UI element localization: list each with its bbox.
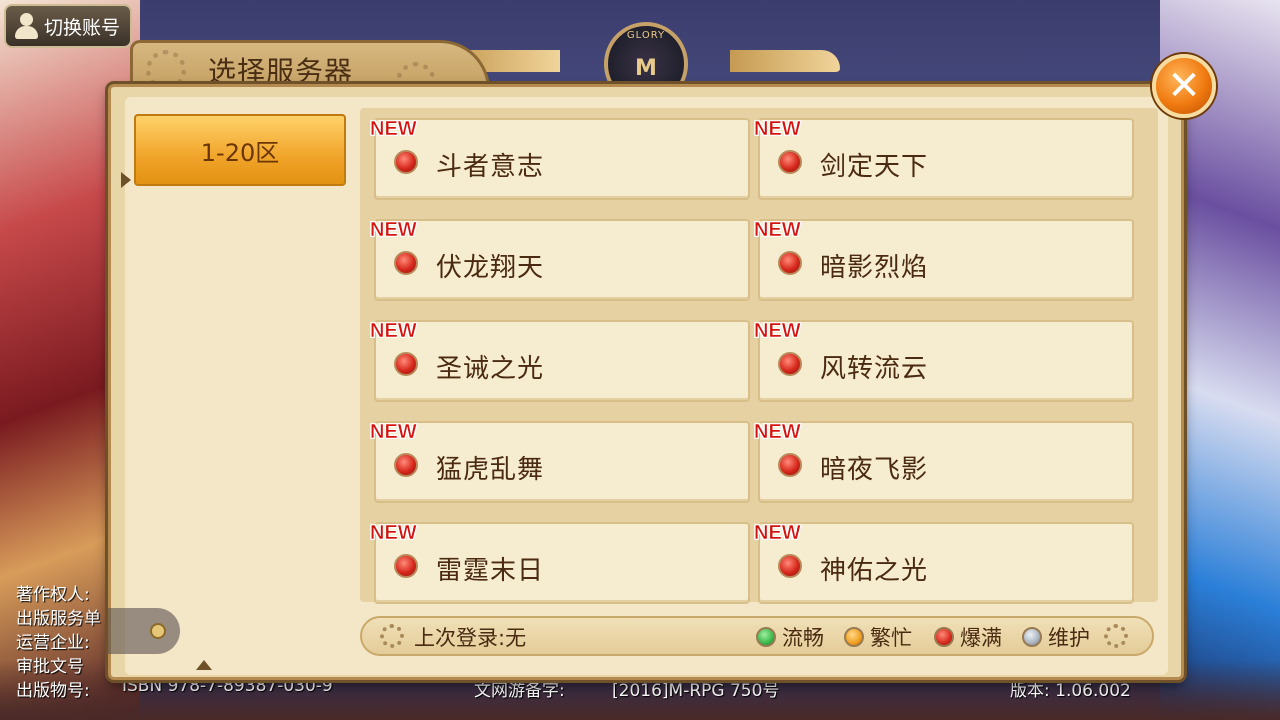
legend-full: 爆满 — [934, 622, 1002, 652]
server-card[interactable]: NEW 风转流云 — [754, 320, 1134, 402]
gear-icon — [380, 624, 404, 648]
new-badge: NEW — [370, 219, 417, 242]
status-full-icon — [778, 251, 802, 275]
legal-copyright: 著作权人: — [16, 585, 90, 605]
close-icon: ✕ — [1167, 63, 1201, 109]
new-badge: NEW — [754, 320, 801, 343]
new-badge: NEW — [754, 522, 801, 545]
last-login-text: 上次登录:无 — [414, 626, 527, 650]
server-card[interactable]: NEW 暗影烈焰 — [754, 219, 1134, 301]
server-card[interactable]: NEW 神佑之光 — [754, 522, 1134, 604]
new-badge: NEW — [754, 219, 801, 242]
server-name: 猛虎乱舞 — [436, 455, 545, 485]
server-card[interactable]: NEW 猛虎乱舞 — [370, 421, 750, 503]
user-icon — [12, 11, 40, 41]
region-list: 1-20区 — [134, 104, 356, 664]
status-full-icon — [394, 453, 418, 477]
new-badge: NEW — [370, 118, 417, 141]
server-name: 雷霆末日 — [436, 556, 545, 586]
new-badge: NEW — [370, 522, 417, 545]
server-name: 神佑之光 — [820, 556, 929, 586]
status-maintenance-icon — [1022, 627, 1042, 647]
gear-icon — [1104, 624, 1128, 648]
new-badge: NEW — [370, 421, 417, 444]
new-badge: NEW — [370, 320, 417, 343]
legend-smooth: 流畅 — [756, 622, 824, 652]
emblem-mark: M — [635, 56, 657, 81]
switch-account-button[interactable]: 切换账号 — [4, 4, 132, 48]
legal-publisher-service: 出版服务单 — [16, 609, 101, 629]
handle-ball-icon — [150, 623, 166, 639]
legal-publication: 出版物号: — [16, 681, 90, 701]
status-full-icon — [778, 554, 802, 578]
region-pointer-icon — [121, 172, 131, 188]
server-card[interactable]: NEW 暗夜飞影 — [754, 421, 1134, 503]
status-full-icon — [778, 453, 802, 477]
server-name: 剑定天下 — [820, 152, 929, 182]
server-name: 斗者意志 — [436, 152, 545, 182]
status-full-icon — [778, 352, 802, 376]
close-button[interactable]: ✕ — [1152, 54, 1216, 118]
server-card[interactable]: NEW 伏龙翔天 — [370, 219, 750, 301]
pointer-icon — [196, 660, 212, 670]
legend-busy: 繁忙 — [844, 622, 912, 652]
status-smooth-icon — [756, 627, 776, 647]
legend-label: 维护 — [1048, 626, 1090, 650]
server-name: 暗夜飞影 — [820, 455, 929, 485]
status-full-icon — [778, 150, 802, 174]
legend-maintenance: 维护 — [1022, 622, 1090, 652]
region-tab-label: 1-20区 — [200, 138, 280, 167]
server-name: 暗影烈焰 — [820, 253, 929, 283]
legend-label: 流畅 — [782, 626, 824, 650]
legend-label: 爆满 — [960, 626, 1002, 650]
server-card[interactable]: NEW 斗者意志 — [370, 118, 750, 200]
status-full-icon — [394, 251, 418, 275]
server-name: 圣诫之光 — [436, 354, 545, 384]
status-busy-icon — [844, 627, 864, 647]
status-full-icon — [394, 150, 418, 174]
floating-menu-handle[interactable] — [108, 608, 180, 654]
region-tab-1-20[interactable]: 1-20区 — [134, 114, 346, 186]
legal-approval: 审批文号 — [16, 657, 84, 677]
legend-label: 繁忙 — [870, 626, 912, 650]
status-full-icon — [934, 627, 954, 647]
legal-operator: 运营企业: — [16, 633, 90, 653]
emblem-text: GLORY — [626, 30, 666, 41]
server-name: 风转流云 — [820, 354, 929, 384]
server-grid: NEW 斗者意志 NEW 剑定天下 NEW 伏龙翔天 NEW 暗影烈焰 NEW … — [360, 108, 1158, 604]
new-badge: NEW — [754, 421, 801, 444]
status-full-icon — [394, 554, 418, 578]
server-name: 伏龙翔天 — [436, 253, 545, 283]
status-full-icon — [394, 352, 418, 376]
new-badge: NEW — [754, 118, 801, 141]
server-card[interactable]: NEW 剑定天下 — [754, 118, 1134, 200]
server-card[interactable]: NEW 雷霆末日 — [370, 522, 750, 604]
server-card[interactable]: NEW 圣诫之光 — [370, 320, 750, 402]
switch-account-label: 切换账号 — [44, 16, 121, 39]
